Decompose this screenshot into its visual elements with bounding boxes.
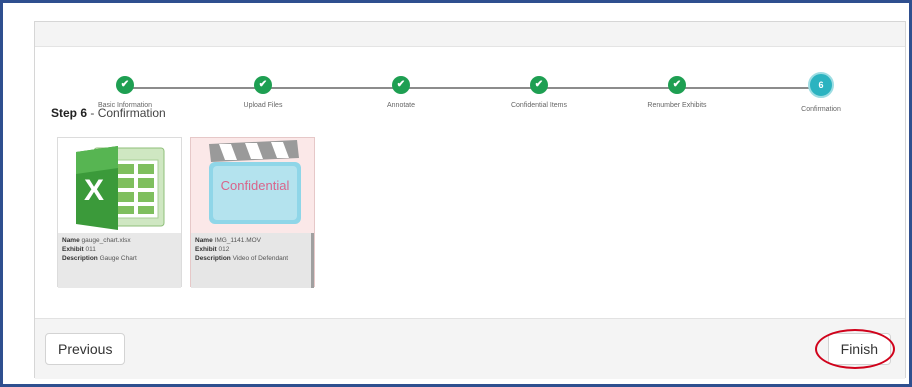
previous-button[interactable]: Previous xyxy=(45,333,126,365)
step-label: Annotate xyxy=(386,102,416,109)
check-icon: ✔ xyxy=(668,76,686,94)
step-title: Confirmation xyxy=(97,106,166,120)
step-number: Step 6 xyxy=(51,106,88,120)
step-basic-information[interactable]: ✔ Basic Information xyxy=(65,76,185,109)
step-label: Renumber Exhibits xyxy=(647,102,707,109)
file-card-1[interactable]: X Name gauge_chart.xlsx Exhibit 011 Desc… xyxy=(57,137,182,288)
exhibit-number: 011 xyxy=(85,246,96,253)
file-card-2[interactable]: Confidential Name IMG_1141.MOV Exhibit 0… xyxy=(190,137,315,288)
exhibit-label: Exhibit xyxy=(195,246,217,253)
video-clapperboard-icon: Confidential xyxy=(191,138,314,233)
name-label: Name xyxy=(62,237,80,244)
check-icon: ✔ xyxy=(392,76,410,94)
page-title: Step 6 - Confirmation xyxy=(51,106,166,120)
file-name: IMG_1141.MOV xyxy=(214,237,262,244)
step-label: Confidential Items xyxy=(510,102,568,109)
file-description: Video of Defendant xyxy=(232,255,289,262)
exhibit-number: 012 xyxy=(218,246,230,253)
file-details: Name IMG_1141.MOV Exhibit 012 Descriptio… xyxy=(191,233,314,288)
file-details: Name gauge_chart.xlsx Exhibit 011 Descri… xyxy=(58,233,181,288)
wizard-footer: Previous Finish xyxy=(35,318,905,379)
description-label: Description xyxy=(62,255,98,262)
step-renumber-exhibits[interactable]: ✔ Renumber Exhibits xyxy=(617,76,737,109)
step-label: Confirmation xyxy=(801,106,841,113)
step-upload-files[interactable]: ✔ Upload Files xyxy=(203,76,323,109)
exhibit-label: Exhibit xyxy=(62,246,84,253)
check-icon: ✔ xyxy=(254,76,272,94)
step-confirmation[interactable]: 6 Confirmation xyxy=(761,72,881,113)
screenshot-frame: ✔ Basic Information ✔ Upload Files ✔ Ann… xyxy=(0,0,912,387)
file-description: Gauge Chart xyxy=(99,255,137,262)
wizard-panel: ✔ Basic Information ✔ Upload Files ✔ Ann… xyxy=(34,21,906,379)
confidential-overlay: Confidential xyxy=(221,178,290,193)
check-icon: ✔ xyxy=(530,76,548,94)
panel-header-bar xyxy=(35,22,905,47)
step-confidential-items[interactable]: ✔ Confidential Items xyxy=(479,76,599,109)
step-annotate[interactable]: ✔ Annotate xyxy=(341,76,461,109)
svg-text:X: X xyxy=(84,174,104,207)
check-icon: ✔ xyxy=(116,76,134,94)
excel-file-icon: X xyxy=(58,138,181,233)
finish-button[interactable]: Finish xyxy=(827,333,891,365)
description-label: Description xyxy=(195,255,231,262)
title-separator: - xyxy=(87,106,98,120)
active-step-indicator: 6 xyxy=(808,72,834,98)
step-label: Upload Files xyxy=(243,102,283,109)
name-label: Name xyxy=(195,237,213,244)
file-name: gauge_chart.xlsx xyxy=(81,237,131,244)
